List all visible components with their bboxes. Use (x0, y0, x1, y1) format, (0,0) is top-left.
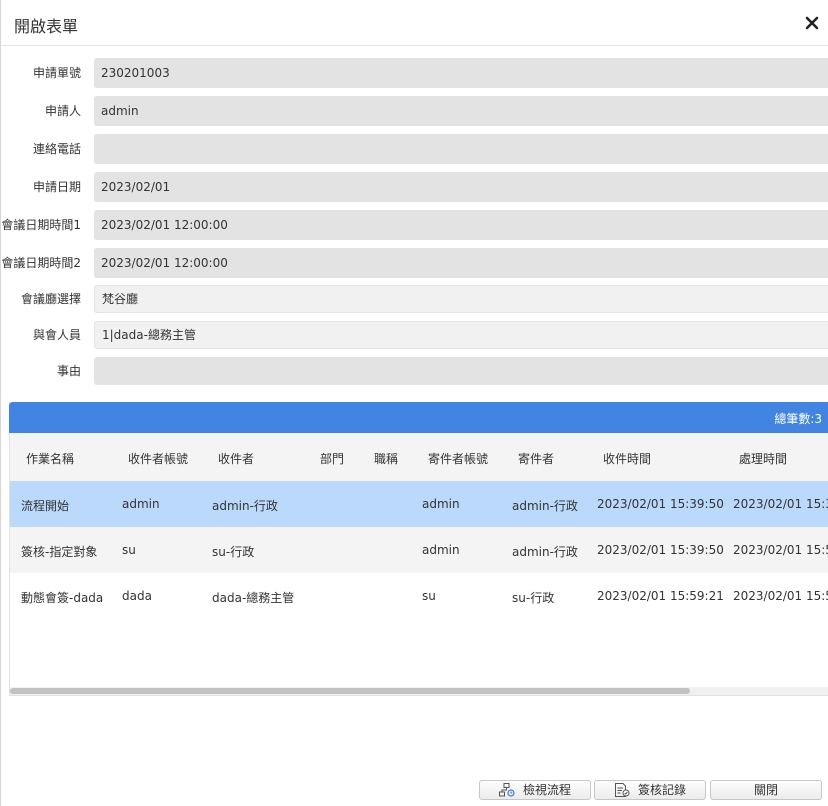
meeting-datetime-2-field[interactable]: 2023/02/01 12:00:00 (94, 248, 828, 278)
sign-record-icon (614, 783, 630, 797)
cell-sender: su-行政 (512, 591, 555, 605)
view-flow-button[interactable]: 檢視流程 (479, 780, 591, 800)
field-label: 申請單號 (32, 66, 81, 80)
application-no-field[interactable]: 230201003 (94, 58, 828, 88)
cell-processed-time: 2023/02/01 15:59:21 (733, 543, 828, 557)
open-form-dialog: 開啟表單 申請單號 230201003 申請人 admin 連絡電話 申請日期 … (0, 0, 828, 806)
cell-recipient-account: su (122, 543, 136, 557)
flowchart-icon (498, 783, 515, 797)
column-header[interactable]: 職稱 (374, 450, 398, 467)
dialog-titlebar: 開啟表單 (1, 0, 828, 46)
form-row-phone: 連絡電話 (1, 134, 828, 164)
field-label: 會議日期時間2 (1, 256, 81, 270)
form-row-applicant: 申請人 admin (1, 96, 828, 126)
phone-field[interactable] (94, 134, 828, 164)
cell-task-name: 動態會簽-dada (21, 591, 104, 605)
cell-recipient: admin-行政 (212, 499, 278, 513)
cell-received-time: 2023/02/01 15:39:50 (597, 543, 724, 557)
column-header[interactable]: 部門 (320, 450, 344, 467)
form-row-meeting-datetime-1: 會議日期時間1 2023/02/01 12:00:00 (1, 210, 828, 240)
form-row-apply-date: 申請日期 2023/02/01 (1, 172, 828, 202)
column-header[interactable]: 收件者帳號 (128, 450, 188, 467)
cell-received-time: 2023/02/01 15:39:50 (597, 497, 724, 511)
form-row-attendees: 與會人員 1|dada-總務主管 (1, 321, 828, 349)
workflow-history-grid: 總筆數:3 作業名稱 收件者帳號 收件者 部門 職稱 寄件者帳號 寄件者 收件時… (9, 402, 828, 696)
close-label: 關閉 (753, 783, 778, 797)
form-row-meeting-room: 會議廳選擇 梵谷廳 (1, 285, 828, 313)
column-header[interactable]: 收件時間 (603, 450, 651, 467)
close-icon[interactable] (805, 13, 819, 31)
cell-sender-account: admin (422, 543, 460, 557)
sign-record-label: 簽核記錄 (637, 783, 686, 797)
horizontal-scrollbar[interactable] (10, 687, 828, 695)
cell-processed-time: 2023/02/01 15:39:50 (733, 497, 828, 511)
field-label: 申請人 (44, 104, 81, 118)
form-row-meeting-datetime-2: 會議日期時間2 2023/02/01 12:00:00 (1, 248, 828, 278)
table-row[interactable]: 流程開始 admin admin-行政 admin admin-行政 2023/… (10, 481, 828, 527)
cell-sender-account: su (422, 589, 436, 603)
field-label: 與會人員 (32, 328, 81, 342)
column-header[interactable]: 寄件者帳號 (428, 450, 488, 467)
field-label: 會議日期時間1 (1, 218, 81, 232)
cell-sender-account: admin (422, 497, 460, 511)
grid-header-bar: 總筆數:3 (9, 402, 828, 433)
total-count: 總筆數:3 (774, 412, 822, 426)
column-header[interactable]: 處理時間 (739, 450, 787, 467)
cell-recipient-account: admin (122, 497, 160, 511)
field-label: 會議廳選擇 (20, 292, 81, 306)
meeting-room-field[interactable]: 梵谷廳 (94, 285, 828, 313)
applicant-field[interactable]: admin (94, 96, 828, 126)
cell-task-name: 簽核-指定對象 (21, 545, 98, 559)
column-header[interactable]: 作業名稱 (26, 450, 74, 467)
cell-sender: admin-行政 (512, 499, 578, 513)
close-button[interactable]: 關閉 (710, 780, 822, 800)
field-label: 連絡電話 (32, 142, 81, 156)
cell-received-time: 2023/02/01 15:59:21 (597, 589, 724, 603)
meeting-datetime-1-field[interactable]: 2023/02/01 12:00:00 (94, 210, 828, 240)
cell-processed-time: 2023/02/01 15:59:21 (733, 589, 828, 603)
cell-recipient-account: dada (122, 589, 152, 603)
table-row[interactable]: 動態會簽-dada dada dada-總務主管 su su-行政 2023/0… (10, 573, 828, 619)
column-header[interactable]: 寄件者 (518, 450, 554, 467)
view-flow-label: 檢視流程 (522, 783, 571, 797)
cell-task-name: 流程開始 (21, 499, 70, 513)
table-row[interactable]: 簽核-指定對象 su su-行政 admin admin-行政 2023/02/… (10, 527, 828, 573)
form-row-reason: 事由 (1, 357, 828, 385)
column-header[interactable]: 收件者 (218, 450, 254, 467)
field-label: 事由 (56, 364, 81, 378)
attendees-field[interactable]: 1|dada-總務主管 (94, 321, 828, 349)
dialog-title: 開啟表單 (14, 17, 79, 36)
reason-field[interactable] (94, 357, 828, 385)
scrollbar-thumb[interactable] (10, 688, 690, 694)
sign-record-button[interactable]: 簽核記錄 (594, 780, 706, 800)
grid-column-headers: 作業名稱 收件者帳號 收件者 部門 職稱 寄件者帳號 寄件者 收件時間 處理時間 (10, 433, 828, 481)
cell-recipient: su-行政 (212, 545, 255, 559)
cell-sender: admin-行政 (512, 545, 578, 559)
field-label: 申請日期 (32, 180, 81, 194)
cell-recipient: dada-總務主管 (212, 591, 295, 605)
apply-date-field[interactable]: 2023/02/01 (94, 172, 828, 202)
form-row-application-no: 申請單號 230201003 (1, 58, 828, 88)
